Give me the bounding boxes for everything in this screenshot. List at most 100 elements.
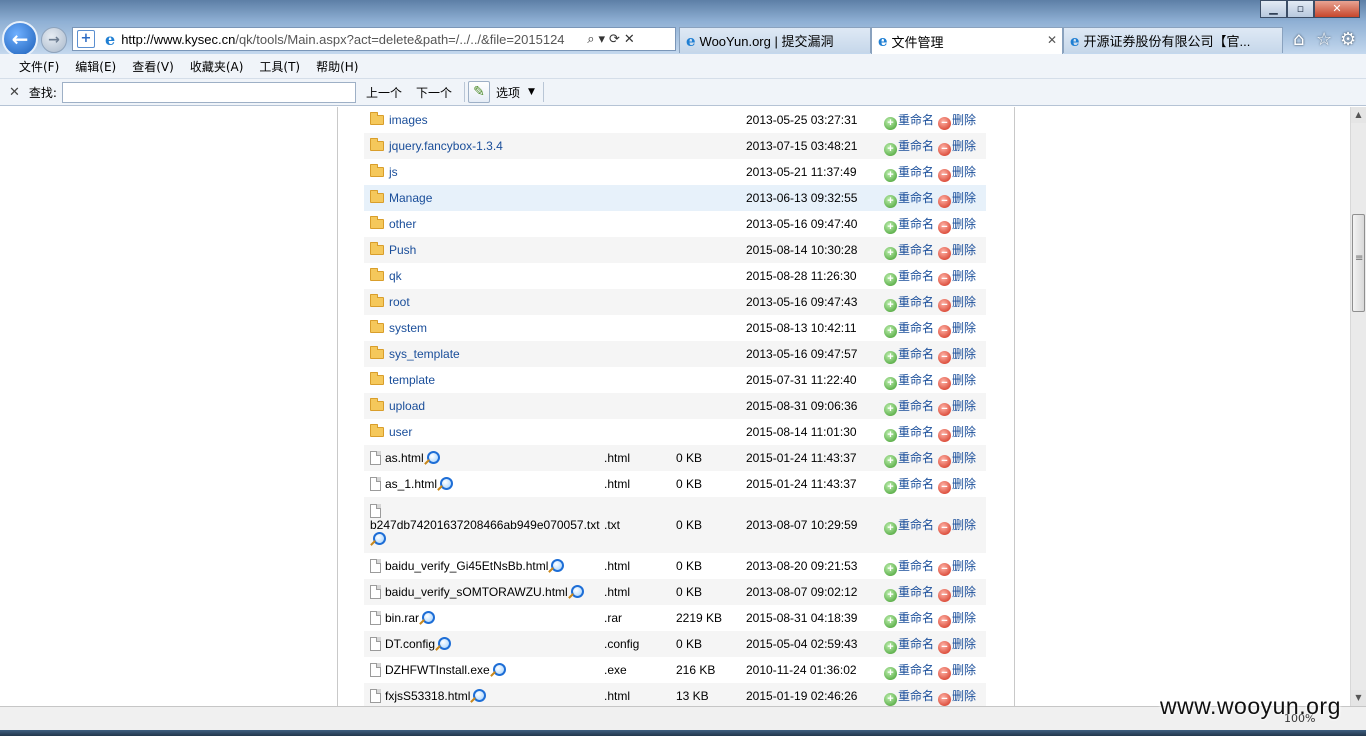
view-magnifier-icon[interactable] <box>422 611 436 624</box>
folder-name-link[interactable]: user <box>389 425 412 439</box>
rename-link[interactable]: 重命名 <box>898 425 934 439</box>
view-magnifier-icon[interactable] <box>492 663 506 676</box>
rename-link[interactable]: 重命名 <box>898 689 934 703</box>
scrollbar-thumb[interactable] <box>1352 214 1365 312</box>
forward-button[interactable]: → <box>41 27 67 53</box>
rename-link[interactable]: 重命名 <box>898 191 934 205</box>
rename-link[interactable]: 重命名 <box>898 165 934 179</box>
delete-link[interactable]: 删除 <box>952 165 976 179</box>
address-bar[interactable]: + e http://www.kysec.cn/qk/tools/Main.as… <box>72 27 676 51</box>
delete-link[interactable]: 删除 <box>952 689 976 703</box>
delete-link[interactable]: 删除 <box>952 425 976 439</box>
tab-file-manager[interactable]: e 文件管理 ✕ <box>871 27 1063 54</box>
delete-link[interactable]: 删除 <box>952 518 976 532</box>
menu-edit[interactable]: 编辑(E) <box>75 58 116 75</box>
delete-link[interactable]: 删除 <box>952 243 976 257</box>
rename-link[interactable]: 重命名 <box>898 585 934 599</box>
menu-help[interactable]: 帮助(H) <box>316 58 358 75</box>
rename-link[interactable]: 重命名 <box>898 399 934 413</box>
folder-name-link[interactable]: Push <box>389 243 416 257</box>
rename-link[interactable]: 重命名 <box>898 295 934 309</box>
folder-name-link[interactable]: other <box>389 217 416 231</box>
rename-link[interactable]: 重命名 <box>898 663 934 677</box>
minimize-button[interactable]: ▁ <box>1260 0 1287 18</box>
scroll-up-icon[interactable]: ▲ <box>1351 107 1366 123</box>
rename-link[interactable]: 重命名 <box>898 518 934 532</box>
delete-link[interactable]: 删除 <box>952 321 976 335</box>
address-url[interactable]: http://www.kysec.cn/qk/tools/Main.aspx?a… <box>121 32 583 47</box>
delete-link[interactable]: 删除 <box>952 637 976 651</box>
view-magnifier-icon[interactable] <box>438 637 452 650</box>
delete-link[interactable]: 删除 <box>952 399 976 413</box>
menu-tools[interactable]: 工具(T) <box>259 58 300 75</box>
chevron-down-icon[interactable]: ▼ <box>528 87 535 97</box>
delete-link[interactable]: 删除 <box>952 585 976 599</box>
rename-link[interactable]: 重命名 <box>898 477 934 491</box>
rename-link[interactable]: 重命名 <box>898 113 934 127</box>
delete-link[interactable]: 删除 <box>952 217 976 231</box>
tab-wooyun[interactable]: e WooYun.org | 提交漏洞 <box>679 27 871 53</box>
rename-link[interactable]: 重命名 <box>898 321 934 335</box>
rename-link[interactable]: 重命名 <box>898 243 934 257</box>
rename-link[interactable]: 重命名 <box>898 559 934 573</box>
close-find-icon[interactable]: ✕ <box>9 85 20 100</box>
folder-name-link[interactable]: images <box>389 113 428 127</box>
folder-name-link[interactable]: sys_template <box>389 347 460 361</box>
folder-name-link[interactable]: Manage <box>389 191 432 205</box>
rename-link[interactable]: 重命名 <box>898 637 934 651</box>
tab-kysec[interactable]: e 开源证券股份有限公司【官... <box>1063 27 1283 53</box>
vertical-scrollbar[interactable]: ▲ ▼ <box>1350 107 1366 706</box>
delete-link[interactable]: 删除 <box>952 347 976 361</box>
view-magnifier-icon[interactable] <box>570 585 584 598</box>
menu-view[interactable]: 查看(V) <box>132 58 174 75</box>
rename-link[interactable]: 重命名 <box>898 139 934 153</box>
address-tools-icons[interactable]: ⌕▾⟳✕ <box>587 32 639 47</box>
delete-link[interactable]: 删除 <box>952 611 976 625</box>
folder-name-link[interactable]: jquery.fancybox-1.3.4 <box>389 139 503 153</box>
rename-link[interactable]: 重命名 <box>898 373 934 387</box>
delete-link[interactable]: 删除 <box>952 269 976 283</box>
delete-link[interactable]: 删除 <box>952 373 976 387</box>
folder-name-link[interactable]: root <box>389 295 410 309</box>
close-tab-icon[interactable]: ✕ <box>1047 33 1057 47</box>
close-window-button[interactable]: ✕ <box>1314 0 1360 18</box>
rename-link[interactable]: 重命名 <box>898 451 934 465</box>
find-previous-button[interactable]: 上一个 <box>366 84 402 101</box>
scroll-down-icon[interactable]: ▼ <box>1351 690 1366 706</box>
view-magnifier-icon[interactable] <box>473 689 487 702</box>
view-magnifier-icon[interactable] <box>440 477 454 490</box>
delete-link[interactable]: 删除 <box>952 139 976 153</box>
folder-name-link[interactable]: js <box>389 165 398 179</box>
delete-link[interactable]: 删除 <box>952 663 976 677</box>
folder-name-link[interactable]: upload <box>389 399 425 413</box>
rename-link[interactable]: 重命名 <box>898 611 934 625</box>
folder-name-link[interactable]: qk <box>389 269 402 283</box>
delete-link[interactable]: 删除 <box>952 113 976 127</box>
delete-link[interactable]: 删除 <box>952 477 976 491</box>
rename-link[interactable]: 重命名 <box>898 347 934 361</box>
rename-link[interactable]: 重命名 <box>898 269 934 283</box>
find-next-button[interactable]: 下一个 <box>416 84 452 101</box>
name-cell: DZHFWTInstall.exe <box>364 657 604 683</box>
delete-link[interactable]: 删除 <box>952 295 976 309</box>
maximize-button[interactable]: ▫ <box>1287 0 1314 18</box>
home-icon[interactable]: ⌂ <box>1293 29 1304 50</box>
view-magnifier-icon[interactable] <box>551 559 565 572</box>
rename-link[interactable]: 重命名 <box>898 217 934 231</box>
view-magnifier-icon[interactable] <box>373 532 386 545</box>
find-options-button[interactable]: 选项 <box>496 84 520 101</box>
back-button[interactable]: ← <box>2 21 38 57</box>
delete-link[interactable]: 删除 <box>952 191 976 205</box>
pencil-highlight-icon[interactable]: ✎ <box>467 81 490 103</box>
settings-gear-icon[interactable]: ⚙ <box>1340 29 1356 50</box>
delete-link[interactable]: 删除 <box>952 559 976 573</box>
folder-name-link[interactable]: system <box>389 321 427 335</box>
delete-link[interactable]: 删除 <box>952 451 976 465</box>
menu-file[interactable]: 文件(F) <box>19 58 59 75</box>
folder-name-link[interactable]: template <box>389 373 435 387</box>
menu-favorites[interactable]: 收藏夹(A) <box>190 58 244 75</box>
view-magnifier-icon[interactable] <box>426 451 440 464</box>
add-favorite-icon[interactable]: + <box>77 30 95 48</box>
favorites-star-icon[interactable]: ☆ <box>1316 29 1332 50</box>
find-input[interactable] <box>61 81 356 103</box>
